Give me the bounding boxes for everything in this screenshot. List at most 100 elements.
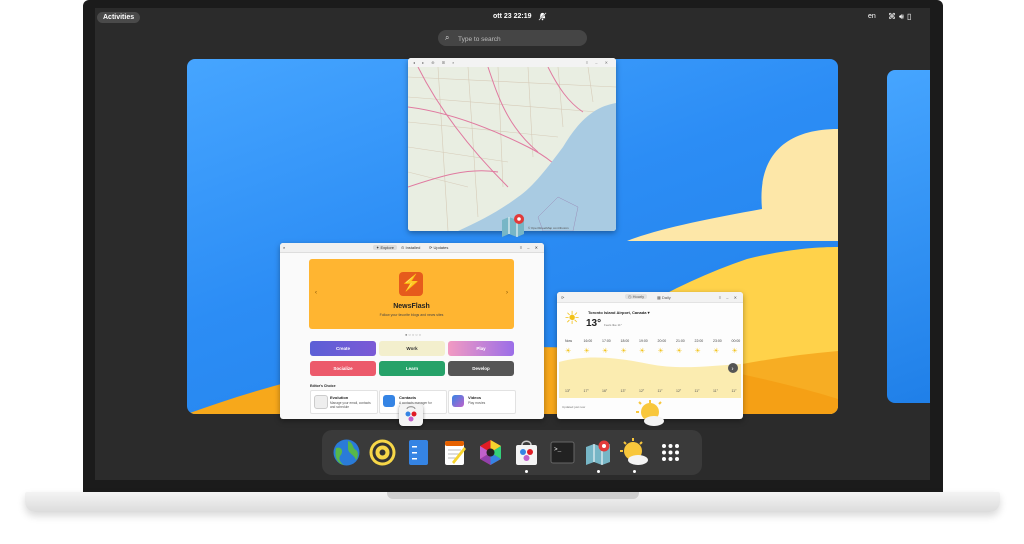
category-develop[interactable]: Develop — [448, 361, 514, 376]
software-icon[interactable] — [512, 438, 541, 467]
map-attribution: © OpenStreetMap contributors — [528, 226, 569, 230]
banner-subtitle: Follow your favorite blogs and news site… — [379, 313, 444, 317]
text-editor-icon[interactable] — [440, 438, 469, 467]
sun-icon: ☀ — [621, 347, 627, 355]
category-learn[interactable]: Learn — [379, 361, 445, 376]
location-selector[interactable]: Toronto Island Airport, Canada ▾ — [588, 310, 650, 315]
maps-icon[interactable] — [500, 212, 526, 238]
tab-explore[interactable]: ✦ Explore — [373, 245, 398, 250]
maps-window[interactable]: ◂ ▸ ⊕ ⊞ ⌕ ≡ – ✕ © OpenStreetMap contribu… — [408, 58, 616, 231]
window-controls[interactable]: ≡ – ✕ — [586, 60, 611, 65]
hour-label: 23:00 — [713, 339, 722, 343]
files-icon[interactable] — [404, 438, 433, 467]
feels-like: Feels like 11° — [604, 323, 622, 327]
hour-temperature: 13° — [565, 389, 571, 393]
current-temperature: 13° — [586, 318, 602, 329]
evolution-icon — [314, 395, 328, 409]
window-controls[interactable]: ≡ – ✕ — [520, 245, 540, 250]
hour-label: 20:00 — [658, 339, 667, 343]
sun-icon: ☀ — [564, 308, 581, 328]
search-input[interactable] — [456, 32, 580, 46]
top-bar: Activities ott 23 22:19 en ⌘🔊︎▯ — [95, 8, 930, 28]
battery-icon: ▯ — [907, 12, 915, 21]
svg-text:>_: >_ — [554, 446, 562, 453]
dock: >_ — [322, 430, 702, 475]
hour-temperature: 11° — [713, 389, 719, 393]
software-headerbar: ⌕ ✦ Explore ⊙ Installed ⟳ Updates ≡ – ✕ — [280, 243, 544, 253]
category-play[interactable]: Play — [448, 341, 514, 356]
map-canvas: © OpenStreetMap contributors — [408, 66, 616, 231]
maps-toolbar-icons[interactable]: ◂ ▸ ⊕ ⊞ ⌕ — [413, 60, 457, 65]
refresh-icon[interactable]: ⟳ — [561, 295, 564, 300]
laptop-notch — [387, 492, 639, 499]
next-workspace[interactable] — [887, 70, 930, 403]
system-tray[interactable]: ⌘🔊︎▯ — [888, 12, 914, 22]
hour-label: 21:00 — [676, 339, 685, 343]
category-work[interactable]: Work — [379, 341, 445, 356]
clock[interactable]: ott 23 22:19 — [493, 13, 532, 20]
sun-icon: ☀ — [732, 347, 738, 355]
software-window[interactable]: ⌕ ✦ Explore ⊙ Installed ⟳ Updates ≡ – ✕ … — [280, 243, 544, 419]
weather-icon[interactable] — [636, 400, 666, 428]
weather-icon[interactable] — [620, 438, 649, 467]
tab-installed[interactable]: ⊙ Installed — [401, 245, 420, 250]
screen: Activities ott 23 22:19 en ⌘🔊︎▯ ⌕ ◂ ▸ ⊕ … — [95, 8, 930, 480]
sun-icon: ☀ — [658, 347, 664, 355]
hour-label: 17:00 — [602, 339, 611, 343]
search-icon[interactable]: ⌕ — [283, 245, 285, 250]
carousel-dots[interactable]: ●○○○○ — [405, 332, 422, 337]
hour-temperature: 11° — [658, 389, 664, 393]
hour-temperature: 11° — [732, 389, 738, 393]
videos-icon — [452, 395, 464, 407]
sun-icon: ☀ — [584, 347, 590, 355]
chevron-right-icon[interactable]: › — [506, 290, 508, 296]
sun-icon: ☀ — [676, 347, 682, 355]
newsflash-icon: ⚡ — [399, 272, 423, 296]
editors-choice-heading: Editor's Choice — [310, 384, 336, 388]
app-card-videos[interactable]: Videos Play movies — [448, 390, 516, 414]
hour-temperature: 11° — [695, 389, 701, 393]
hour-temperature: 16° — [602, 389, 608, 393]
sun-icon: ☀ — [565, 347, 571, 355]
category-socialize[interactable]: Socialize — [310, 361, 376, 376]
tab-hourly[interactable]: ◷ Hourly — [625, 294, 648, 299]
maps-icon[interactable] — [584, 438, 613, 467]
hour-label: 19:00 — [639, 339, 648, 343]
sun-icon: ☀ — [602, 347, 608, 355]
software-icon[interactable] — [399, 404, 423, 426]
weather-headerbar: ⟳ ◷ Hourly ▦ Daily ≡ – ✕ — [557, 292, 743, 303]
window-controls[interactable]: ≡ – ✕ — [719, 295, 739, 300]
web-browser-icon[interactable] — [332, 438, 361, 467]
activities-button[interactable]: Activities — [97, 12, 141, 23]
terminal-icon[interactable]: >_ — [548, 438, 577, 467]
chevron-right-icon: › — [732, 367, 734, 373]
tab-updates[interactable]: ⟳ Updates — [429, 245, 448, 250]
contacts-icon — [383, 395, 395, 407]
app-grid-icon[interactable] — [656, 438, 685, 467]
language-indicator[interactable]: en — [868, 13, 876, 20]
hourly-forecast: Now ☀ 13° 16:00 ☀ 17° 17:00 ☀ 16° 18:00 ☀ 13° 19:00 ☀… — [559, 336, 741, 406]
search-icon: ⌕ — [445, 33, 450, 42]
bell-off-icon[interactable] — [538, 12, 547, 23]
sun-icon: ☀ — [713, 347, 719, 355]
tab-daily[interactable]: ▦ Daily — [657, 295, 671, 300]
sun-icon: ☀ — [695, 347, 701, 355]
hour-label: 18:00 — [621, 339, 630, 343]
hour-temperature: 12° — [676, 389, 682, 393]
banner-title: NewsFlash — [393, 303, 430, 310]
running-indicator — [633, 470, 636, 473]
color-picker-icon[interactable] — [476, 438, 505, 467]
hour-label: 16:00 — [584, 339, 593, 343]
hour-label: Now — [565, 339, 572, 343]
sun-icon: ☀ — [639, 347, 645, 355]
map-view[interactable]: © OpenStreetMap contributors — [408, 66, 616, 231]
rhythmbox-icon[interactable] — [368, 438, 397, 467]
chevron-left-icon[interactable]: ‹ — [315, 290, 317, 296]
search-bar[interactable]: ⌕ — [438, 30, 587, 46]
category-create[interactable]: Create — [310, 341, 376, 356]
hour-temperature: 17° — [584, 389, 590, 393]
hour-temperature: 12° — [639, 389, 645, 393]
app-card-evolution[interactable]: Evolution Manage your email, contacts an… — [310, 390, 378, 414]
featured-banner[interactable]: ‹ › ⚡ NewsFlash Follow your favorite blo… — [309, 259, 514, 329]
running-indicator — [525, 470, 528, 473]
